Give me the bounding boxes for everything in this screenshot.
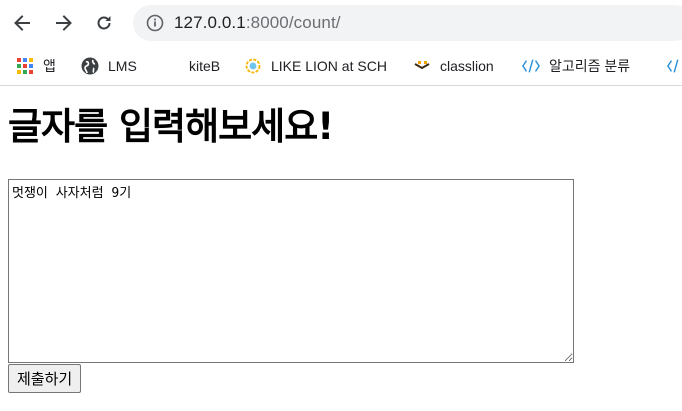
bookmark-label: 앱 — [43, 58, 56, 74]
bookmark-label: 알고리즘 분류 — [549, 58, 631, 74]
bookmark-kiteb[interactable]: kiteB — [189, 55, 220, 77]
classlion-icon — [413, 57, 431, 75]
submit-button[interactable]: 제출하기 — [8, 364, 82, 393]
page-title: 글자를 입력해보세요! — [8, 105, 334, 148]
count-form: 멋쟁이 사자처럼 9기 제출하기 — [8, 179, 674, 393]
back-button[interactable] — [9, 10, 35, 36]
bookmark-classlion[interactable]: classlion — [413, 55, 494, 77]
bookmark-label: classlion — [440, 58, 494, 74]
reload-icon — [97, 16, 111, 30]
text-input-area[interactable]: 멋쟁이 사자처럼 9기 — [8, 179, 574, 363]
bookmark-lms[interactable]: LMS — [81, 55, 137, 77]
reload-button[interactable] — [91, 10, 117, 36]
bookmark-label: kiteB — [189, 58, 221, 74]
info-icon[interactable] — [145, 13, 165, 33]
bookmark-label: LMS — [108, 58, 137, 74]
browser-toolbar: 127.0.0.1:8000/count/ — [0, 0, 682, 45]
address-bar[interactable]: 127.0.0.1:8000/count/ — [133, 5, 682, 41]
bookmark-apps[interactable]: 앱 — [16, 55, 56, 77]
bookmark-algorithm[interactable]: 알고리즘 분류 — [522, 55, 630, 77]
page-content: 글자를 입력해보세요! 멋쟁이 사자처럼 9기 제출하기 — [0, 86, 682, 393]
url-path: :8000/count/ — [245, 13, 341, 32]
arrow-right-icon — [56, 15, 72, 31]
forward-button[interactable] — [51, 10, 77, 36]
code-icon — [667, 57, 682, 75]
bookmarks-bar: 앱 LMS kiteB LIKE LION at SCH classlion 알… — [0, 45, 682, 86]
url-text: 127.0.0.1:8000/count/ — [174, 13, 341, 33]
bookmark-likelion[interactable]: LIKE LION at SCH — [244, 55, 387, 77]
arrow-left-icon — [14, 15, 30, 31]
apps-grid-icon — [16, 57, 34, 75]
globe-icon — [81, 57, 99, 75]
url-host: 127.0.0.1 — [174, 13, 246, 32]
likelion-icon — [244, 57, 262, 75]
bookmark-label: LIKE LION at SCH — [271, 58, 387, 74]
code-icon — [522, 57, 540, 75]
bookmark-overflow[interactable] — [667, 55, 682, 77]
